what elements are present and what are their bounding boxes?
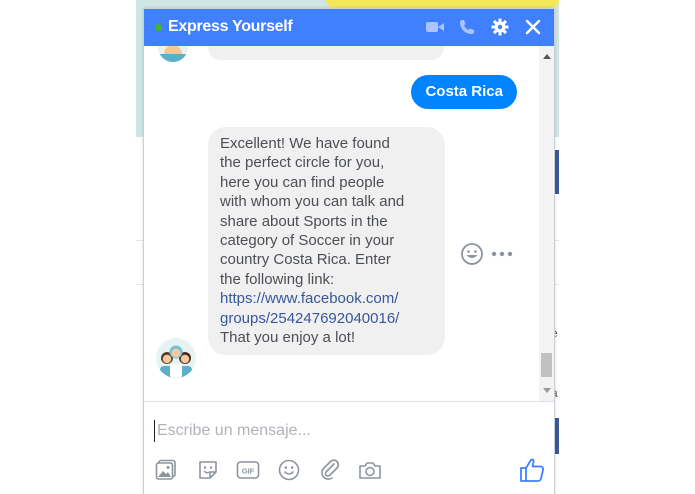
screen: e a Express Yourself (0, 0, 695, 494)
gear-icon[interactable] (489, 16, 511, 38)
chat-header[interactable]: Express Yourself (144, 9, 554, 46)
sender-avatar[interactable] (156, 338, 196, 378)
avatar (158, 46, 188, 62)
message-scrollbar[interactable] (539, 46, 554, 401)
message-composer: GIF (144, 401, 554, 494)
camera-icon[interactable] (358, 458, 382, 482)
message-line: Excellent! We have found (220, 135, 390, 152)
message-line: That you enjoy a lot! (220, 329, 356, 347)
message-line: the following link: (220, 270, 335, 288)
message-line: country Costa Rica. Enter (220, 251, 391, 269)
previous-message-bubble (208, 46, 444, 60)
close-icon[interactable] (522, 16, 544, 38)
message-line: here you can find people (220, 173, 385, 191)
background-shape (326, 0, 559, 8)
message-line: share about Sports in the (220, 212, 388, 230)
outgoing-message: Costa Rica (411, 75, 517, 109)
emoji-reaction-icon[interactable] (460, 242, 484, 266)
message-line: the perfect circle for you, (220, 154, 385, 172)
scroll-down-arrow[interactable] (543, 388, 551, 393)
video-camera-icon[interactable] (424, 16, 446, 38)
sticker-icon[interactable] (196, 458, 220, 482)
emoji-icon[interactable] (277, 458, 301, 482)
online-status-indicator (155, 24, 162, 31)
more-options-icon[interactable] (490, 246, 514, 262)
image-icon[interactable] (154, 458, 178, 482)
gif-icon[interactable]: GIF (236, 458, 260, 482)
message-line: with whom you can talk and (220, 193, 405, 211)
phone-icon[interactable] (456, 16, 478, 38)
scroll-up-arrow[interactable] (543, 54, 551, 59)
chat-window: Express Yourself Costa Rica Excellent! W… (143, 8, 555, 494)
svg-text:GIF: GIF (242, 467, 255, 476)
like-icon[interactable] (518, 456, 546, 484)
group-link[interactable]: groups/254247692040016/ (220, 309, 433, 328)
group-link[interactable]: https://www.facebook.com/ (220, 289, 433, 308)
message-list[interactable]: Costa Rica Excellent! We have found the … (144, 46, 539, 401)
message-input[interactable] (154, 420, 537, 442)
incoming-message: Excellent! We have found the perfect cir… (208, 127, 445, 356)
scroll-thumb[interactable] (541, 353, 552, 377)
message-line: category of Soccer in your (220, 232, 395, 250)
chat-title[interactable]: Express Yourself (168, 18, 293, 36)
attachment-icon[interactable] (318, 458, 342, 482)
